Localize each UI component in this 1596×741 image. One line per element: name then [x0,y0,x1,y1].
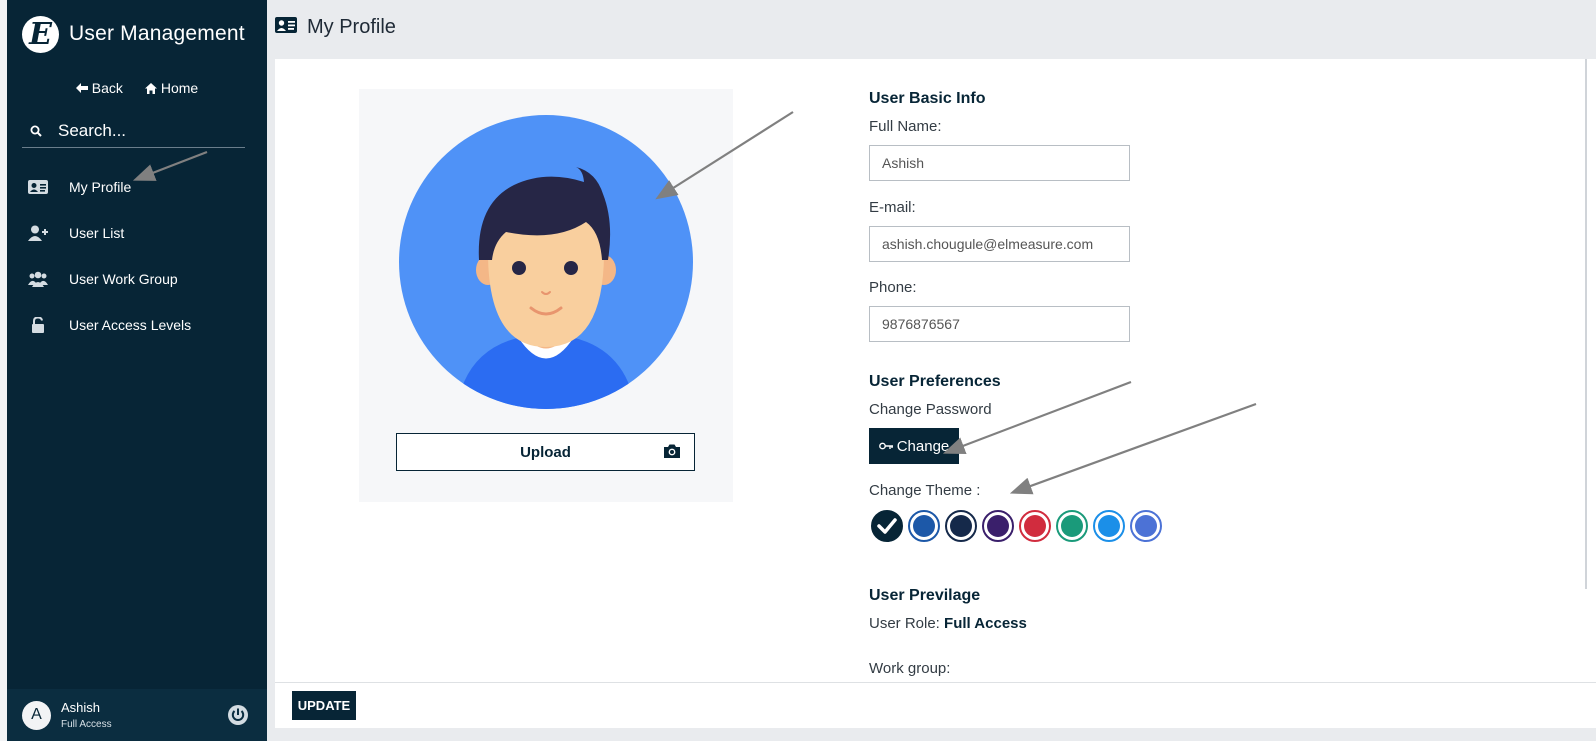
change-password-label: Change Password [869,401,992,418]
user-role: Full Access [61,719,112,730]
sidebar-item-user-access-levels[interactable]: User Access Levels [7,302,267,348]
page-footer: UPDATE [275,682,1596,728]
back-label: Back [91,80,123,96]
user-plus-icon [27,225,49,241]
home-icon [144,82,157,94]
window-edge [0,0,7,741]
upload-button[interactable]: Upload [396,433,695,471]
page-title: My Profile [307,16,396,38]
theme-swatch[interactable] [1130,510,1162,542]
change-button-label: Change [896,437,950,455]
update-button[interactable]: UPDATE [292,691,356,720]
upload-label: Upload [520,443,571,461]
full-name-field[interactable]: Ashish [869,145,1130,181]
search-icon [30,125,42,137]
profile-content: Upload User Basic Info Full Name: Ashish… [275,59,1596,682]
swatch-color-dot [987,515,1009,537]
sidebar-item-label: User Access Levels [69,317,192,333]
theme-swatch[interactable] [871,510,903,542]
home-link[interactable]: Home [144,76,199,100]
swatch-color-dot [1024,515,1046,537]
home-label: Home [160,80,199,96]
sidebar-item-label: My Profile [69,179,132,195]
email-label: E-mail: [869,199,916,216]
theme-swatch[interactable] [982,510,1014,542]
preferences-title: User Preferences [869,373,1001,390]
avatar: A [22,700,51,730]
theme-swatches [871,510,1162,542]
nav-links: Back Home [7,76,267,100]
id-card-icon [275,17,297,38]
swatch-color-dot [913,515,935,537]
power-icon[interactable] [227,704,249,731]
swatch-color-dot [950,515,972,537]
sidebar: E User Management Back Home My Profile U… [7,0,267,741]
search-box [22,114,245,148]
user-role-row: User Role: Full Access [869,615,1027,632]
full-name-label: Full Name: [869,118,942,135]
users-group-icon [27,271,49,287]
sidebar-item-my-profile[interactable]: My Profile [7,164,267,210]
app-logo: E [22,15,59,53]
email-field[interactable]: ashish.chougule@elmeasure.com [869,226,1130,262]
work-group-label: Work group: [869,660,951,677]
theme-swatch[interactable] [1093,510,1125,542]
user-name: Ashish [61,700,101,715]
camera-icon [664,444,680,462]
key-icon [878,442,893,450]
scrollbar[interactable] [1585,59,1587,589]
sidebar-item-user-list[interactable]: User List [7,210,267,256]
theme-swatch[interactable] [1019,510,1051,542]
theme-swatch[interactable] [908,510,940,542]
user-role-value: Full Access [944,615,1027,632]
profile-avatar-image [399,115,693,409]
search-input[interactable] [58,120,228,141]
user-role-label: User Role: [869,615,940,632]
privilege-title: User Previlage [869,587,981,604]
swatch-color-dot [1061,515,1083,537]
sidebar-item-label: User Work Group [69,271,178,287]
sidebar-item-label: User List [69,225,125,241]
sidebar-item-user-work-group[interactable]: User Work Group [7,256,267,302]
phone-label: Phone: [869,279,917,296]
theme-swatch[interactable] [1056,510,1088,542]
change-theme-label: Change Theme : [869,482,981,499]
app-title: User Management [69,22,245,45]
brand: E User Management [7,0,267,68]
current-user: A Ashish Full Access [7,689,267,741]
id-card-icon [27,180,49,194]
page-header: My Profile [275,16,396,39]
change-password-button[interactable]: Change [869,428,959,464]
swatch-color-dot [1135,515,1157,537]
arrow-left-icon [75,83,88,93]
sidebar-menu: My Profile User List User Work Group Use… [7,164,267,348]
back-link[interactable]: Back [75,76,123,100]
phone-field[interactable]: 9876876567 [869,306,1130,342]
swatch-color-dot [1098,515,1120,537]
profile-photo-panel: Upload [359,89,733,502]
basic-info-title: User Basic Info [869,90,986,107]
theme-swatch[interactable] [945,510,977,542]
check-icon [877,518,897,534]
unlock-icon [27,317,49,333]
